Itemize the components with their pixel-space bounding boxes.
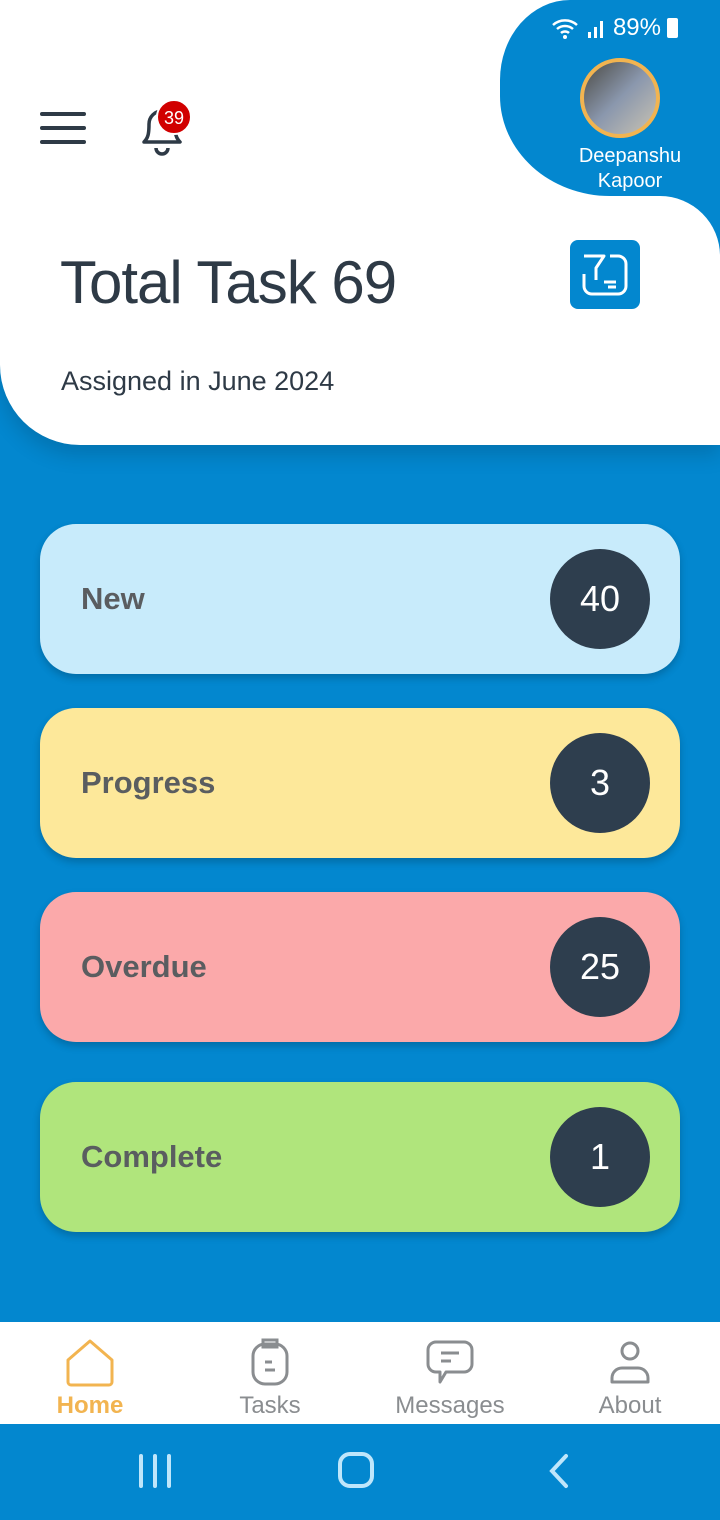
signal-icon	[587, 21, 603, 38]
page-title: Total Task 69	[60, 249, 397, 316]
status-card-progress[interactable]: Progress 3	[40, 708, 680, 858]
home-icon	[66, 1339, 114, 1387]
status-bar: 89%	[551, 14, 678, 42]
back-button[interactable]	[549, 1454, 568, 1488]
system-nav-bar	[139, 1452, 568, 1488]
nav-home[interactable]: Home	[0, 1322, 180, 1424]
battery-icon	[667, 18, 678, 38]
nav-about[interactable]: About	[540, 1322, 720, 1424]
count-badge: 40	[550, 549, 650, 649]
menu-button[interactable]	[40, 112, 86, 154]
notification-badge: 39	[156, 99, 192, 135]
nav-messages[interactable]: Messages	[360, 1322, 540, 1424]
bottom-nav: Home Tasks Messages About	[0, 1322, 720, 1424]
status-card-complete[interactable]: Complete 1	[40, 1082, 680, 1232]
filter-icon	[582, 254, 628, 296]
tasks-icon	[251, 1338, 289, 1386]
avatar[interactable]	[580, 58, 660, 138]
nav-tasks[interactable]: Tasks	[180, 1322, 360, 1424]
count-badge: 3	[550, 733, 650, 833]
recent-apps-button[interactable]	[139, 1454, 171, 1488]
count-badge: 25	[550, 917, 650, 1017]
wifi-icon	[552, 19, 578, 39]
system-home-button[interactable]	[338, 1452, 374, 1488]
page-subtitle: Assigned in June 2024	[61, 366, 335, 396]
battery-percent: 89%	[612, 14, 661, 41]
user-name: Deepanshu Kapoor	[578, 145, 682, 192]
status-card-overdue[interactable]: Overdue 25	[40, 892, 680, 1042]
messages-icon	[426, 1340, 474, 1384]
user-icon	[610, 1341, 650, 1384]
count-badge: 1	[550, 1107, 650, 1207]
filter-button[interactable]	[570, 240, 640, 309]
status-card-new[interactable]: New 40	[40, 524, 680, 674]
